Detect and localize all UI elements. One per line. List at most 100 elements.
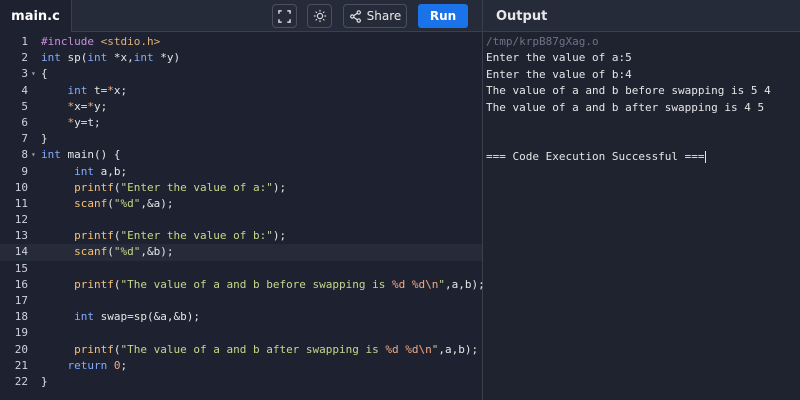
line-number: 17: [14, 294, 28, 307]
code-token: ,a,b);: [438, 342, 479, 356]
code-token: swap=sp(&a,&b);: [94, 310, 200, 324]
code-line-10[interactable]: 10 printf("Enter the value of a:");: [0, 180, 482, 196]
code-token: x;: [113, 83, 128, 97]
output-console[interactable]: /tmp/krpB87gXag.o Enter the value of a:5…: [486, 34, 798, 400]
code-token: int: [74, 310, 94, 324]
code-token: <stdio.h>: [100, 35, 161, 48]
code-token: ,&a);: [140, 196, 174, 210]
line-number: 18: [14, 310, 28, 324]
line-number: 21: [14, 358, 28, 372]
line-number: 19: [14, 326, 28, 340]
execution-status-text: === Code Execution Successful ===: [486, 149, 705, 163]
code-line-13[interactable]: 13 printf("Enter the value of b:");: [0, 228, 482, 244]
code-line-5[interactable]: 5 *x=*y;: [0, 99, 482, 115]
code-line-21[interactable]: 21 return 0;: [0, 358, 482, 374]
code-token: printf: [74, 229, 114, 243]
code-token: *: [107, 83, 114, 97]
code-token: int: [41, 51, 61, 65]
code-token: );: [272, 180, 287, 194]
code-token: sp(: [60, 51, 88, 65]
code-token: x=: [74, 99, 88, 113]
code-token: }: [41, 374, 48, 388]
line-number: 20: [14, 342, 28, 356]
fullscreen-icon: [278, 9, 291, 23]
code-token: "Enter the value of a:": [120, 180, 273, 194]
code-line-6[interactable]: 6 *y=t;: [0, 115, 482, 131]
line-number: 2: [21, 51, 28, 65]
code-line-1[interactable]: 1 #include <stdio.h>: [0, 34, 482, 50]
output-line-path: /tmp/krpB87gXag.o: [486, 35, 599, 48]
code-line-4[interactable]: 4 int t=*x;: [0, 83, 482, 99]
code-line-22[interactable]: 22}: [0, 374, 482, 390]
line-number: 4: [21, 83, 28, 97]
line-number: 15: [14, 261, 28, 275]
code-line-11[interactable]: 11 scanf("%d",&a);: [0, 196, 482, 212]
code-token: int: [67, 83, 88, 97]
code-token: (: [113, 229, 121, 243]
code-token: ;: [120, 358, 128, 372]
code-line-8[interactable]: 8 ▾ int main() {: [0, 147, 482, 163]
fullscreen-button[interactable]: [272, 4, 297, 28]
file-tab-main-c[interactable]: main.c: [0, 0, 72, 32]
code-line-2[interactable]: 2 int sp(int *x,int *y): [0, 50, 482, 66]
line-number: 14: [14, 245, 28, 259]
code-line-20[interactable]: 20 printf("The value of a and b after sw…: [0, 342, 482, 358]
line-number: 9: [21, 164, 28, 178]
code-token: ,a,b);: [445, 277, 485, 291]
code-token: main() {: [60, 148, 121, 162]
code-line-3[interactable]: 3 ▾ {: [0, 66, 482, 82]
fold-chevron-icon[interactable]: ▾: [31, 147, 36, 163]
code-line-19[interactable]: 19: [0, 325, 482, 341]
output-title: Output: [496, 8, 548, 24]
code-token: (: [107, 196, 114, 210]
code-token: );: [272, 229, 287, 243]
code-token: *x,: [107, 51, 134, 65]
share-button[interactable]: Share: [343, 4, 407, 28]
code-token: "The value of a and b before swapping is: [120, 277, 393, 291]
code-token: (: [113, 342, 121, 356]
code-line-14[interactable]: 14 scanf("%d",&b);: [0, 244, 482, 261]
code-token: scanf: [74, 196, 108, 210]
output-line: The value of a and b before swapping is …: [486, 84, 771, 98]
code-token: ,&b);: [140, 245, 174, 259]
run-button[interactable]: Run: [418, 4, 468, 28]
code-line-12[interactable]: 12: [0, 212, 482, 228]
theme-toggle-button[interactable]: [307, 4, 332, 28]
code-token: %d %d\n: [385, 342, 432, 356]
code-editor[interactable]: 1 #include <stdio.h> 2 int sp(int *x,int *…: [0, 34, 485, 400]
share-label: Share: [366, 9, 402, 23]
code-token: y;: [94, 99, 108, 113]
line-number: 11: [14, 196, 28, 210]
code-token: t=: [87, 83, 108, 97]
code-line-17[interactable]: 17: [0, 293, 482, 309]
code-token: int: [133, 51, 154, 65]
code-token: "Enter the value of b:": [120, 229, 273, 243]
code-line-9[interactable]: 9 int a,b;: [0, 164, 482, 180]
line-number: 7: [21, 132, 28, 146]
code-token: "%d": [113, 245, 141, 259]
code-token: #include: [41, 35, 94, 48]
code-token: scanf: [74, 245, 108, 259]
sun-icon: [313, 9, 326, 23]
code-token: int: [87, 51, 108, 65]
code-token: int: [41, 148, 61, 162]
code-line-15[interactable]: 15: [0, 261, 482, 277]
code-token: int: [74, 164, 94, 178]
code-token: printf: [74, 277, 114, 291]
code-line-7[interactable]: 7}: [0, 131, 482, 147]
pane-divider[interactable]: [482, 0, 483, 400]
output-line: Enter the value of a:5: [486, 51, 632, 65]
code-line-18[interactable]: 18 int swap=sp(&a,&b);: [0, 309, 482, 325]
line-number: 5: [21, 99, 28, 113]
fold-chevron-icon[interactable]: ▾: [31, 66, 36, 82]
code-line-16[interactable]: 16 printf("The value of a and b before s…: [0, 277, 485, 293]
